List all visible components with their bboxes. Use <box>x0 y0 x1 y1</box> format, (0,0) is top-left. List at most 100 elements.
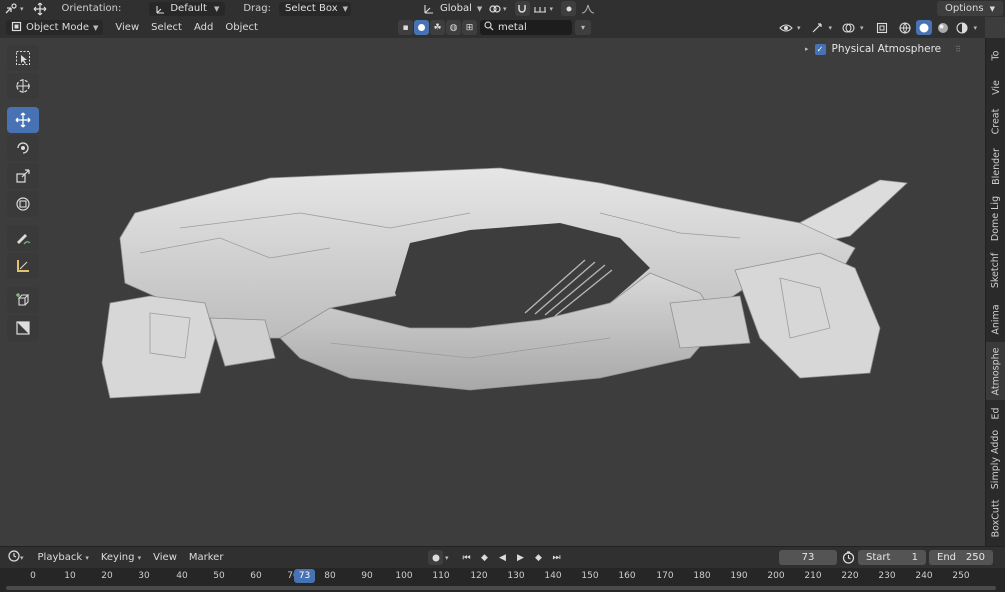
expand-arrow-icon[interactable]: ▸ <box>805 45 809 53</box>
select-box-tool[interactable] <box>7 45 39 71</box>
xray-icon[interactable] <box>874 21 890 35</box>
ruler-mark: 210 <box>804 571 822 581</box>
ruler-mark: 50 <box>213 571 225 581</box>
scale-icon <box>16 169 30 183</box>
ruler-mark: 0 <box>30 571 36 581</box>
snap-group: ▾ <box>511 1 558 16</box>
filter-material-icon[interactable] <box>414 20 429 35</box>
tab-atmosphere[interactable]: Atmosphe <box>986 342 1005 400</box>
pivot-button[interactable]: ▾ <box>483 1 511 16</box>
sidebar-tabs: To Vie Creat Blender Dome Lig Sketchf An… <box>985 38 1005 546</box>
chevron-down-icon: ▾ <box>859 23 864 32</box>
solid-shading-icon[interactable] <box>916 20 933 35</box>
transform-tool-icon <box>4 2 20 16</box>
filter-scene-icon[interactable]: ⊞ <box>462 20 477 35</box>
menu-timeline-view[interactable]: View <box>147 552 183 563</box>
record-button[interactable] <box>428 550 443 565</box>
tab-simply-addons[interactable]: Simply Addo <box>986 426 1005 492</box>
move-gizmo-button[interactable] <box>28 1 52 16</box>
filter-mesh-icon[interactable]: ▪ <box>398 20 413 35</box>
drag-dropdown[interactable]: Select Box ▼ <box>279 1 351 16</box>
playhead[interactable]: 73 <box>294 569 315 583</box>
ruler-mark: 230 <box>878 571 896 581</box>
mode-value: Object Mode <box>26 22 89 33</box>
measure-tool[interactable] <box>7 253 39 279</box>
scale-tool[interactable] <box>7 163 39 189</box>
tab-boxcutter[interactable]: BoxCutt <box>986 492 1005 544</box>
timeline-ruler[interactable]: 0 10 20 30 40 50 60 70 80 90 100 110 120… <box>0 568 1005 592</box>
3d-viewport[interactable]: ▸ ✓ Physical Atmosphere ⠿ <box>0 38 985 546</box>
timeline-header: ▾ Playback ▾ Keying ▾ View Marker ▾ ⏮ ◆ … <box>0 546 1005 568</box>
gizmo-icon[interactable] <box>809 21 825 35</box>
menu-marker[interactable]: Marker <box>183 552 230 563</box>
filter-texture-icon[interactable]: ☘ <box>430 20 445 35</box>
ruler-mark: 190 <box>730 571 748 581</box>
transform-tool[interactable] <box>7 191 39 217</box>
menu-select[interactable]: Select <box>145 22 188 33</box>
search-input[interactable]: metal <box>480 20 572 35</box>
filter-world-icon[interactable]: ◍ <box>446 20 461 35</box>
proportional-edit-icon[interactable] <box>561 1 577 16</box>
start-frame-field[interactable]: Start 1 <box>858 550 926 565</box>
snap-magnet-icon[interactable] <box>514 1 530 16</box>
physical-atmosphere-checkbox[interactable]: ✓ <box>814 43 826 55</box>
global-axis-icon <box>423 2 435 16</box>
visibility-eye-icon[interactable] <box>778 21 794 35</box>
object-mode-icon <box>11 21 22 35</box>
menu-object[interactable]: Object <box>219 22 264 33</box>
prev-keyframe-icon[interactable]: ◆ <box>477 550 493 565</box>
jump-end-icon[interactable]: ⏭ <box>549 550 565 565</box>
rotate-tool[interactable] <box>7 135 39 161</box>
menu-keying[interactable]: Keying ▾ <box>95 552 147 563</box>
tab-sketchfab[interactable]: Sketchf <box>986 244 1005 296</box>
material-shading-icon[interactable] <box>935 21 951 35</box>
timeline-menus: Playback ▾ Keying ▾ View Marker <box>32 552 230 563</box>
snap-increment-icon[interactable] <box>532 2 548 16</box>
ruler-mark: 130 <box>507 571 525 581</box>
add-cube-icon <box>16 293 30 306</box>
menu-playback[interactable]: Playback ▾ <box>32 552 95 563</box>
rendered-shading-icon[interactable] <box>954 21 970 35</box>
play-reverse-icon[interactable]: ◀ <box>495 550 511 565</box>
tab-animation[interactable]: Anima <box>986 296 1005 342</box>
jump-start-icon[interactable]: ⏮ <box>459 550 475 565</box>
filter-group: ▪ ☘ ◍ ⊞ metal ▾ <box>398 20 591 35</box>
falloff-curve-icon[interactable] <box>580 2 596 16</box>
tab-tool[interactable]: To <box>986 38 1005 72</box>
tab-blender[interactable]: Blender <box>986 140 1005 192</box>
play-icon[interactable]: ▶ <box>513 550 529 565</box>
select-box-icon <box>16 51 30 65</box>
boxcutter-icon <box>16 321 30 335</box>
ruler-mark: 140 <box>544 571 562 581</box>
timeline-editor-type[interactable]: ▾ <box>4 550 28 565</box>
search-options-button[interactable]: ▾ <box>575 20 591 35</box>
stopwatch-icon[interactable] <box>842 551 855 567</box>
next-keyframe-icon[interactable]: ◆ <box>531 550 547 565</box>
boxcutter-tool[interactable] <box>7 315 39 341</box>
tab-dome-light[interactable]: Dome Lig <box>986 192 1005 244</box>
options-button[interactable]: Options ▼ <box>937 1 1003 16</box>
add-cube-tool[interactable] <box>7 287 39 313</box>
end-frame-field[interactable]: End 250 <box>929 550 993 565</box>
annotate-tool[interactable] <box>7 225 39 251</box>
measure-ruler-icon <box>17 260 29 272</box>
spaceship-model[interactable] <box>0 38 985 546</box>
wireframe-shading-icon[interactable] <box>897 21 913 35</box>
orientation-dropdown[interactable]: Default ▼ <box>149 1 226 16</box>
tab-edit[interactable]: Ed <box>986 400 1005 426</box>
panel-drag-handle-icon[interactable]: ⠿ <box>955 45 961 54</box>
cursor-icon <box>16 79 30 93</box>
tab-view[interactable]: Vie <box>986 72 1005 102</box>
overlay-icon[interactable] <box>841 21 857 35</box>
tab-create[interactable]: Creat <box>986 102 1005 140</box>
cursor-tool[interactable] <box>7 73 39 99</box>
transform-orientation-dropdown[interactable]: Global ▼ <box>417 1 482 16</box>
move-tool[interactable] <box>7 107 39 133</box>
ruler-mark: 220 <box>841 571 859 581</box>
mode-dropdown[interactable]: Object Mode ▼ <box>6 20 104 35</box>
menu-view[interactable]: View <box>109 22 145 33</box>
timeline-scrollbar[interactable] <box>6 586 996 590</box>
current-frame-field[interactable]: 73 <box>779 550 837 565</box>
editor-type-button[interactable]: ▾ <box>0 1 28 16</box>
menu-add[interactable]: Add <box>188 22 219 33</box>
